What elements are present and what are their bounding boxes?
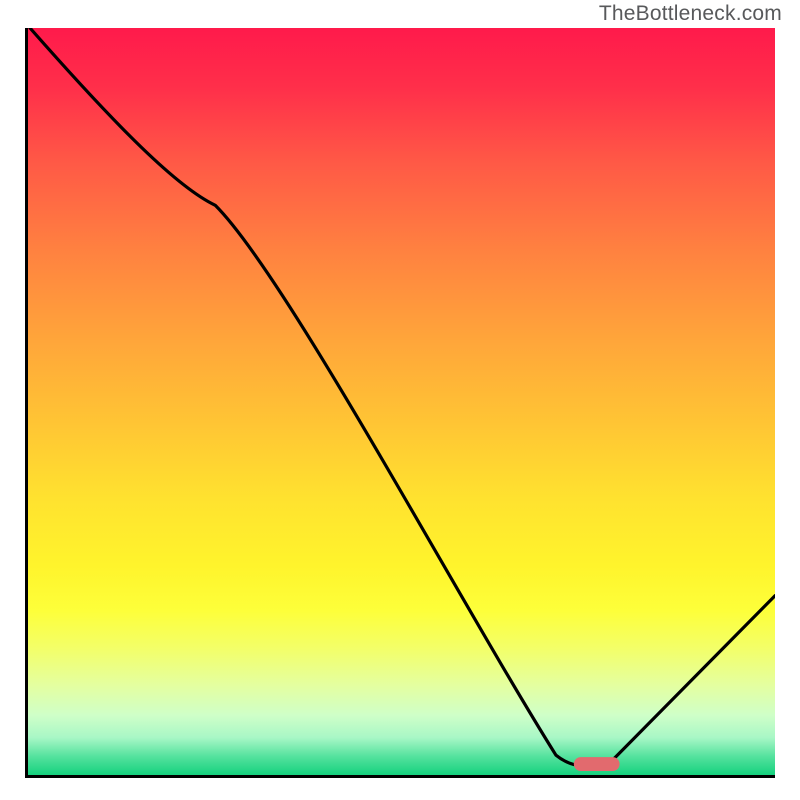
plot-area xyxy=(25,28,775,778)
chart-container: TheBottleneck.com xyxy=(0,0,800,800)
bottleneck-curve xyxy=(30,28,775,766)
curve-svg xyxy=(28,28,775,775)
optimal-marker xyxy=(574,757,620,771)
watermark-text: TheBottleneck.com xyxy=(599,2,782,26)
